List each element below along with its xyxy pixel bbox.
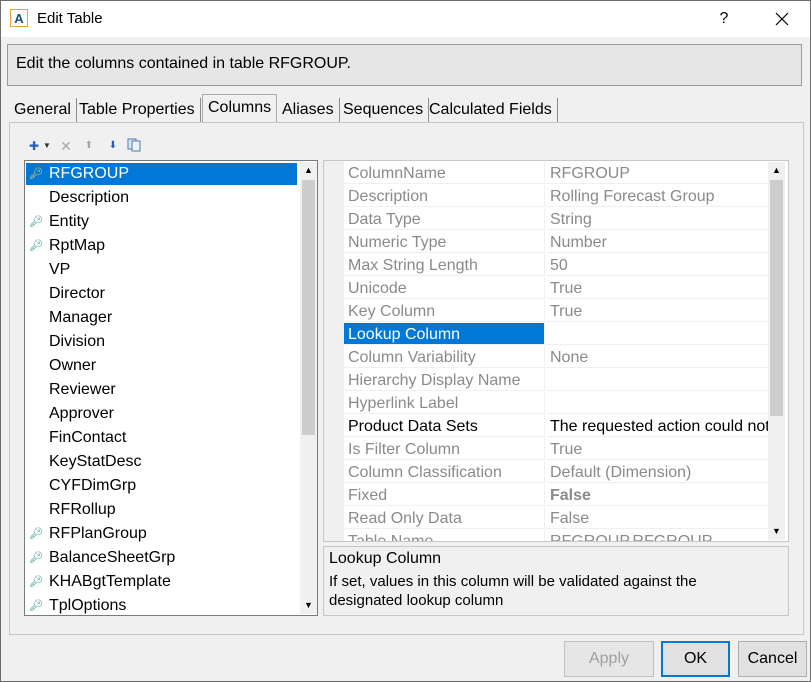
tab-general[interactable]: General bbox=[9, 98, 77, 122]
key-icon: 🔑︎ bbox=[29, 528, 43, 540]
delete-icon[interactable]: ✕ bbox=[59, 138, 73, 154]
property-row[interactable]: Unicode True bbox=[344, 277, 768, 300]
list-item[interactable]: Reviewer bbox=[26, 379, 297, 401]
property-row[interactable]: Max String Length 50 bbox=[344, 254, 768, 277]
list-item[interactable]: RFRollup bbox=[26, 499, 297, 521]
property-row[interactable]: Fixed False bbox=[344, 484, 768, 507]
property-row[interactable]: Key Column True bbox=[344, 300, 768, 323]
list-item[interactable]: 🔑︎ RptMap bbox=[26, 235, 297, 257]
dialog-footer: Apply OK Cancel bbox=[1, 638, 810, 681]
property-row[interactable]: Product Data Sets The requested action co… bbox=[344, 415, 768, 438]
list-scrollbar[interactable]: ▲ ▼ bbox=[300, 162, 317, 614]
property-row[interactable]: Hierarchy Display Name bbox=[344, 369, 768, 392]
columns-list[interactable]: 🔑︎ RFGROUP Description 🔑︎ Entity 🔑︎ RptMap … bbox=[24, 160, 318, 616]
property-scrollbar[interactable]: ▲ ▼ bbox=[768, 162, 785, 540]
move-up-icon[interactable]: ⬆ bbox=[82, 138, 96, 154]
tab-table-properties[interactable]: Table Properties bbox=[74, 98, 201, 122]
cancel-button[interactable]: Cancel bbox=[738, 641, 807, 677]
scroll-down-icon[interactable]: ▼ bbox=[300, 597, 317, 614]
add-icon[interactable]: ✚ bbox=[27, 138, 41, 154]
list-item[interactable]: 🔑︎ RFGROUP bbox=[26, 163, 297, 185]
list-item[interactable]: Division bbox=[26, 331, 297, 353]
property-grid-gutter bbox=[324, 161, 344, 541]
scroll-thumb[interactable] bbox=[302, 180, 315, 435]
property-row[interactable]: Description Rolling Forecast Group bbox=[344, 185, 768, 208]
list-item[interactable]: Director bbox=[26, 283, 297, 305]
list-item[interactable]: 🔑︎ TplOptions bbox=[26, 595, 297, 615]
key-icon: 🔑︎ bbox=[29, 600, 43, 612]
window-title: Edit Table bbox=[37, 10, 103, 27]
property-row[interactable]: Table Name RFGROUP.RFGROUP bbox=[344, 530, 768, 541]
property-row[interactable]: Column Variability None bbox=[344, 346, 768, 369]
scroll-up-icon[interactable]: ▲ bbox=[768, 162, 785, 179]
property-row[interactable]: Column Classification Default (Dimension) bbox=[344, 461, 768, 484]
key-icon: 🔑︎ bbox=[29, 576, 43, 588]
tab-aliases[interactable]: Aliases bbox=[277, 98, 340, 122]
scroll-down-icon[interactable]: ▼ bbox=[768, 523, 785, 540]
list-item[interactable]: FinContact bbox=[26, 427, 297, 449]
app-icon: A bbox=[10, 9, 28, 27]
list-item[interactable]: Manager bbox=[26, 307, 297, 329]
key-icon: 🔑︎ bbox=[29, 552, 43, 564]
description-text: If set, values in this column will be va… bbox=[329, 573, 697, 609]
property-row[interactable]: Is Filter Column True bbox=[344, 438, 768, 461]
key-icon: 🔑︎ bbox=[29, 240, 43, 252]
list-item[interactable]: 🔑︎ KHABgtTemplate bbox=[26, 571, 297, 593]
property-row[interactable]: Numeric Type Number bbox=[344, 231, 768, 254]
list-item[interactable]: KeyStatDesc bbox=[26, 451, 297, 473]
list-item[interactable]: CYFDimGrp bbox=[26, 475, 297, 497]
add-dropdown-icon[interactable]: ▼ bbox=[40, 138, 54, 154]
header-panel: Edit the columns contained in table RFGR… bbox=[7, 44, 802, 86]
copy-icon[interactable] bbox=[127, 138, 141, 154]
list-item[interactable]: Owner bbox=[26, 355, 297, 377]
edit-table-dialog: A Edit Table ? Edit the columns containe… bbox=[0, 0, 811, 682]
key-icon: 🔑︎ bbox=[29, 168, 43, 180]
ok-button[interactable]: OK bbox=[661, 641, 730, 677]
header-text: Edit the columns contained in table RFGR… bbox=[16, 55, 351, 72]
tab-columns[interactable]: Columns bbox=[202, 94, 278, 122]
list-item[interactable]: Approver bbox=[26, 403, 297, 425]
apply-button[interactable]: Apply bbox=[564, 641, 654, 677]
list-item[interactable]: Description bbox=[26, 187, 297, 209]
move-down-icon[interactable]: ⬇ bbox=[106, 138, 120, 154]
list-item[interactable]: 🔑︎ Entity bbox=[26, 211, 297, 233]
tab-sequences[interactable]: Sequences bbox=[338, 98, 430, 122]
list-item[interactable]: VP bbox=[26, 259, 297, 281]
property-row[interactable]: Hyperlink Label bbox=[344, 392, 768, 415]
property-row-selected[interactable]: Lookup Column bbox=[344, 323, 768, 346]
description-title: Lookup Column bbox=[329, 550, 442, 567]
scroll-up-icon[interactable]: ▲ bbox=[300, 162, 317, 179]
property-row[interactable]: Read Only Data False bbox=[344, 507, 768, 530]
property-row[interactable]: ColumnName RFGROUP bbox=[344, 162, 768, 185]
list-item[interactable]: 🔑︎ RFPlanGroup bbox=[26, 523, 297, 545]
close-button[interactable] bbox=[761, 3, 803, 35]
title-bar[interactable]: A Edit Table ? bbox=[1, 1, 810, 37]
scroll-thumb[interactable] bbox=[770, 180, 783, 416]
tab-calculated-fields[interactable]: Calculated Fields bbox=[424, 98, 558, 122]
help-button[interactable]: ? bbox=[707, 3, 741, 35]
close-icon bbox=[775, 12, 789, 26]
key-icon: 🔑︎ bbox=[29, 216, 43, 228]
property-grid[interactable]: ColumnName RFGROUP Description Rolling For… bbox=[323, 160, 789, 542]
list-item[interactable]: 🔑︎ BalanceSheetGrp bbox=[26, 547, 297, 569]
property-row[interactable]: Data Type String bbox=[344, 208, 768, 231]
property-description-panel: Lookup Column If set, values in this col… bbox=[323, 546, 789, 616]
